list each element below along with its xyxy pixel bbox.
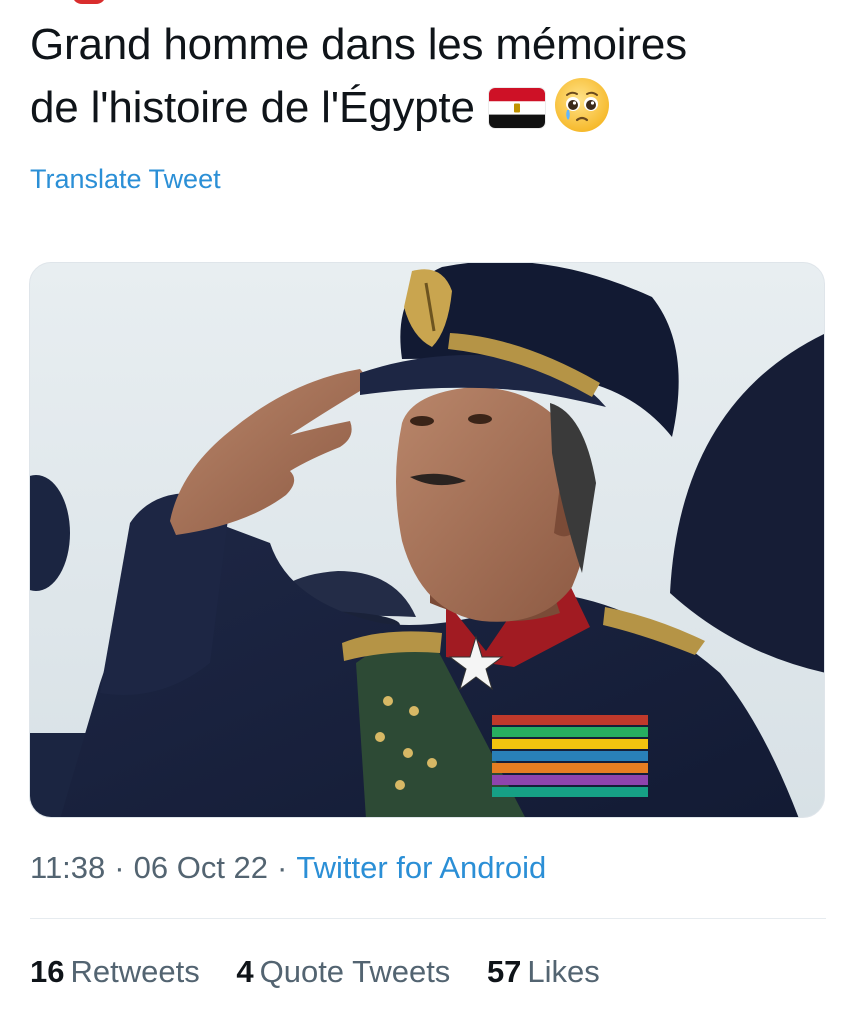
tweet-media-photo[interactable] (29, 262, 825, 818)
tweet-text-line-1: Grand homme dans les mémoires (30, 20, 687, 69)
likes-count: 57 (486, 954, 522, 989)
quote-tweets-label: Quote Tweets (259, 954, 451, 989)
tweet-meta: 11:38 · 06 Oct 22 · Twitter for Android (30, 848, 546, 888)
tweet-source-link[interactable]: Twitter for Android (296, 850, 546, 885)
retweets-label: Retweets (70, 954, 200, 989)
quote-tweets-stat[interactable]: 4 Quote Tweets (236, 952, 450, 992)
tweet-stats: 16 Retweets 4 Quote Tweets 57 Likes (30, 952, 628, 992)
avatar[interactable] (72, 0, 106, 4)
meta-separator: · (114, 850, 125, 885)
photo-illustration (30, 263, 824, 817)
tweet-text-line-2-text: de l'histoire de l'Égypte (30, 83, 475, 132)
divider (30, 918, 826, 919)
egypt-flag-icon (488, 88, 545, 128)
tweet-text: Grand homme dans les mémoires de l'histo… (30, 14, 830, 139)
translate-tweet-link[interactable]: Translate Tweet (30, 162, 221, 196)
retweets-stat[interactable]: 16 Retweets (30, 952, 200, 992)
quote-tweets-count: 4 (236, 954, 254, 989)
retweets-count: 16 (30, 954, 65, 989)
crying-face-icon (553, 76, 611, 134)
tweet-time: 11:38 (30, 850, 106, 885)
tweet-text-line-2: de l'histoire de l'Égypte (30, 76, 830, 139)
likes-stat[interactable]: 57 Likes (487, 952, 600, 992)
likes-label: Likes (527, 954, 600, 989)
tweet-date: 06 Oct 22 (133, 850, 269, 885)
tweet-detail: Grand homme dans les mémoires de l'histo… (0, 0, 853, 1024)
meta-separator: · (277, 850, 288, 885)
